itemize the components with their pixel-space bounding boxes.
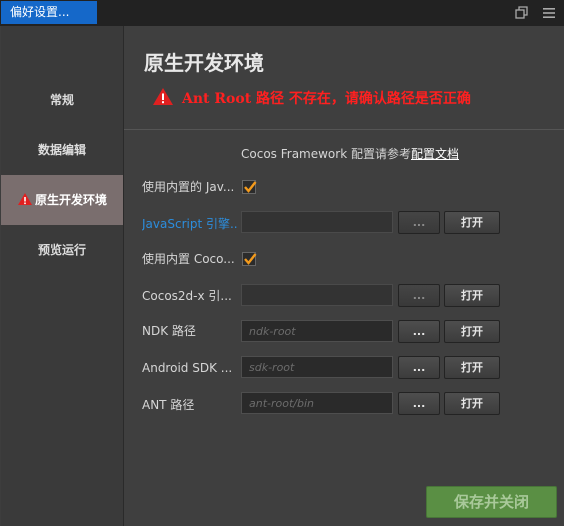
android-sdk-browse-button[interactable]: ...	[398, 356, 440, 379]
sidebar-item-general[interactable]: 常规	[1, 75, 123, 125]
doc-link[interactable]: 配置文档	[411, 147, 459, 161]
settings-panel: 原生开发环境 Ant Root 路径 不存在，请确认路径是否正确 Cocos F…	[124, 26, 564, 526]
ant-label: ANT 路径	[142, 398, 195, 412]
divider	[124, 129, 564, 130]
checkmark-icon	[244, 181, 257, 193]
builtin-js-checkbox[interactable]	[242, 180, 257, 194]
sidebar-item-data-editing[interactable]: 数据编辑	[1, 125, 123, 175]
ndk-open-button[interactable]: 打开	[444, 320, 500, 343]
builtin-js-label: 使用内置的 Jav...	[142, 180, 235, 194]
title-bar: 偏好设置...	[0, 0, 564, 26]
android-sdk-label: Android SDK ...	[142, 361, 233, 375]
js-engine-path-input[interactable]	[241, 211, 393, 233]
sidebar: 常规 数据编辑 原生开发环境 预览运行	[1, 26, 124, 526]
js-engine-label[interactable]: JavaScript 引擎...	[142, 215, 238, 233]
ndk-label: NDK 路径	[142, 324, 196, 338]
warning-icon	[17, 192, 32, 205]
js-engine-open-button[interactable]: 打开	[444, 211, 500, 234]
sidebar-item-label: 预览运行	[37, 243, 86, 257]
cocos2dx-browse-button[interactable]: ...	[398, 284, 440, 307]
sidebar-item-native-env[interactable]: 原生开发环境	[1, 175, 123, 225]
builtin-cocos-checkbox[interactable]	[242, 252, 257, 266]
save-and-close-button[interactable]: 保存并关闭	[426, 486, 557, 518]
doc-hint-text: Cocos Framework 配置请参考	[241, 147, 411, 161]
ndk-browse-button[interactable]: ...	[398, 320, 440, 343]
warning-icon	[153, 88, 173, 105]
android-sdk-open-button[interactable]: 打开	[444, 356, 500, 379]
page-title: 原生开发环境	[144, 51, 264, 75]
cocos2dx-engine-label: Cocos2d-x 引...	[142, 289, 232, 303]
sidebar-item-preview[interactable]: 预览运行	[1, 225, 123, 275]
window-title-tab[interactable]: 偏好设置...	[1, 1, 97, 24]
sidebar-item-label: 常规	[49, 93, 74, 107]
restore-window-icon[interactable]	[514, 5, 530, 21]
android-sdk-path-input[interactable]	[241, 356, 393, 378]
sidebar-item-label: 数据编辑	[37, 143, 86, 157]
js-engine-browse-button[interactable]: ...	[398, 211, 440, 234]
ant-path-input[interactable]	[241, 392, 393, 414]
checkmark-icon	[244, 253, 257, 265]
ant-browse-button[interactable]: ...	[398, 392, 440, 415]
builtin-cocos-label: 使用内置 Coco...	[142, 252, 235, 266]
sidebar-item-label: 原生开发环境	[34, 193, 107, 207]
ndk-path-input[interactable]	[241, 320, 393, 342]
menu-icon[interactable]	[541, 5, 557, 21]
doc-hint: Cocos Framework 配置请参考配置文档	[241, 145, 459, 162]
ant-open-button[interactable]: 打开	[444, 392, 500, 415]
cocos2dx-path-input[interactable]	[241, 284, 393, 306]
cocos2dx-open-button[interactable]: 打开	[444, 284, 500, 307]
error-text: Ant Root 路径 不存在，请确认路径是否正确	[182, 91, 471, 107]
